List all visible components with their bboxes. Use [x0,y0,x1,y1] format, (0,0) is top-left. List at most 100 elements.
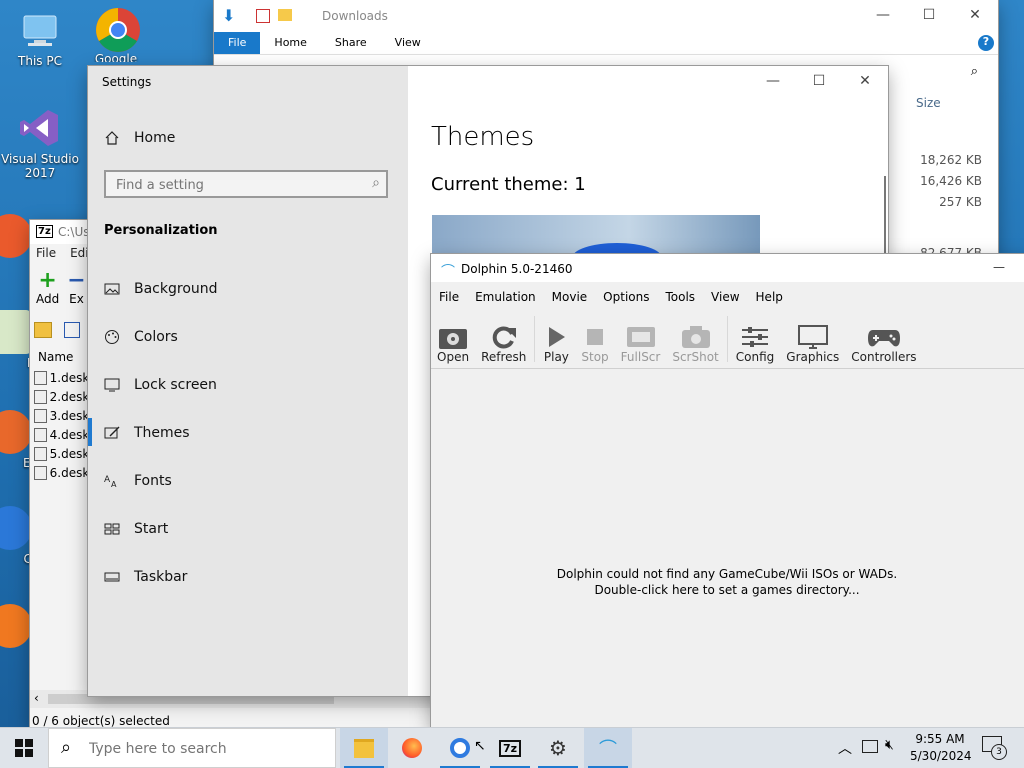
sevenzip-icon: 7z [498,739,522,757]
notepad-icon [0,310,32,354]
taskbar-dolphin[interactable]: ⌒ [584,728,632,768]
caption-buttons: — ☐ ✕ [860,0,998,30]
screenshot-button[interactable]: ScrShot [666,312,724,364]
toolbar: + Add − Ex [36,270,86,307]
nav-colors[interactable]: Colors [104,329,178,345]
open-button[interactable]: Open [431,312,475,364]
view-icon[interactable] [63,322,80,338]
file-icon [34,446,47,461]
file-icon [34,465,47,480]
file-list: 1.deskt 2.deskt 3.deskt 4.deskt 5.deskt … [34,368,94,482]
nav-start[interactable]: Start [104,521,168,537]
minimize-button[interactable]: — [993,260,1005,274]
menu-help[interactable]: Help [748,286,791,308]
extract-button[interactable]: − Ex [67,270,85,307]
taskbar-settings[interactable]: ⚙ [534,728,582,768]
empty-message-line1: Dolphin could not find any GameCube/Wii … [556,567,898,581]
computer-icon [18,8,62,52]
search-icon[interactable]: ⌕ [971,64,978,79]
theme-preview-image [432,215,760,273]
ribbon-tabs: File Home Share View ? [214,32,998,55]
checkbox-icon [256,9,270,23]
file-icon [34,370,47,385]
close-button[interactable]: ✕ [952,0,998,30]
nav-fonts[interactable]: AA Fonts [104,473,172,489]
network-icon[interactable] [862,740,878,753]
clock[interactable]: 9:55 AM 5/30/2024 [910,731,972,765]
add-button[interactable]: + Add [36,270,59,307]
volume-muted-icon[interactable]: 🔇︎ [885,737,894,753]
this-pc-desktop-icon[interactable]: This PC [0,8,80,68]
taskbar-file-explorer[interactable] [340,728,388,768]
menu-view[interactable]: View [703,286,747,308]
nav-lock-screen[interactable]: Lock screen [104,377,217,393]
fullscreen-button[interactable]: FullScr [615,312,667,364]
config-icon [742,327,769,347]
taskbar-search-box[interactable]: ⌕ [48,728,336,768]
notification-badge: 3 [991,744,1007,760]
taskbar-search-input[interactable] [87,737,331,761]
stop-icon [587,329,604,345]
nav-background[interactable]: Background [104,281,218,297]
taskbar-firefox[interactable] [388,728,436,768]
firefox-icon [402,738,422,758]
title-text: Downloads [322,9,388,23]
toolbar-label: Controllers [851,350,917,364]
sevenzip-icon: 7z [36,225,53,238]
menu-file[interactable]: File [36,246,56,260]
list-item[interactable]: 1.deskt [34,368,94,387]
window-title: Settings [102,75,152,89]
chromium-icon [450,738,470,758]
taskbar-sevenzip[interactable]: 7z [486,728,534,768]
close-button[interactable]: ✕ [842,66,888,96]
column-header-name[interactable]: Name [38,350,73,364]
menu-emulation[interactable]: Emulation [467,286,544,308]
list-item[interactable]: 4.deskt [34,425,94,444]
config-button[interactable]: Config [730,312,781,364]
visual-studio-desktop-icon[interactable]: Visual Studio 2017 [0,106,80,180]
menu-tools[interactable]: Tools [657,286,703,308]
tab-home[interactable]: Home [260,32,320,54]
maximize-button[interactable]: ☐ [796,66,842,96]
help-icon[interactable]: ? [978,35,994,51]
vertical-scrollbar[interactable] [884,176,886,256]
maximize-button[interactable]: ☐ [906,0,952,30]
toolbar-label: Graphics [786,350,840,364]
extract-label: Ex [69,292,84,306]
toolbar-label: Open [437,350,470,364]
menu-options[interactable]: Options [595,286,657,308]
play-button[interactable]: Play [537,312,575,364]
minimize-button[interactable]: — [860,0,906,30]
menu-file[interactable]: File [431,286,467,308]
list-item[interactable]: 3.deskt [34,406,94,425]
list-item[interactable]: 2.deskt [34,387,94,406]
controllers-button[interactable]: Controllers [845,312,922,364]
stop-button[interactable]: Stop [575,312,614,364]
nav-themes[interactable]: Themes [104,425,190,441]
settings-search-box[interactable]: ⌕ [104,170,388,198]
list-item[interactable]: 5.deskt [34,444,94,463]
tab-share[interactable]: Share [321,32,381,54]
taskbar-chromium[interactable]: ↖ [436,728,486,768]
nav-home[interactable]: Home [104,130,175,146]
scroll-left-arrow-icon[interactable]: ‹ [34,691,39,705]
refresh-button[interactable]: Refresh [475,312,532,364]
minimize-button[interactable]: — [750,66,796,96]
tab-file[interactable]: File [214,32,261,54]
chrome-desktop-icon[interactable]: Google Chrome [76,6,156,62]
refresh-icon [492,326,516,349]
game-list-area[interactable]: Dolphin could not find any GameCube/Wii … [431,369,1023,728]
nav-taskbar[interactable]: Taskbar [104,569,187,585]
list-item[interactable]: 6.deskt [34,463,94,482]
nav-label: Fonts [134,473,172,489]
notification-center-button[interactable]: 3 [982,736,1007,760]
search-input[interactable] [106,172,358,198]
start-button[interactable] [0,728,48,768]
folder-up-icon[interactable] [34,322,52,338]
page-title: Themes [431,122,535,152]
graphics-button[interactable]: Graphics [780,312,845,364]
show-hidden-icons-button[interactable]: ︿ [838,738,852,758]
menu-movie[interactable]: Movie [544,286,596,308]
tab-view[interactable]: View [381,32,435,54]
column-header-size[interactable]: Size [916,96,941,110]
